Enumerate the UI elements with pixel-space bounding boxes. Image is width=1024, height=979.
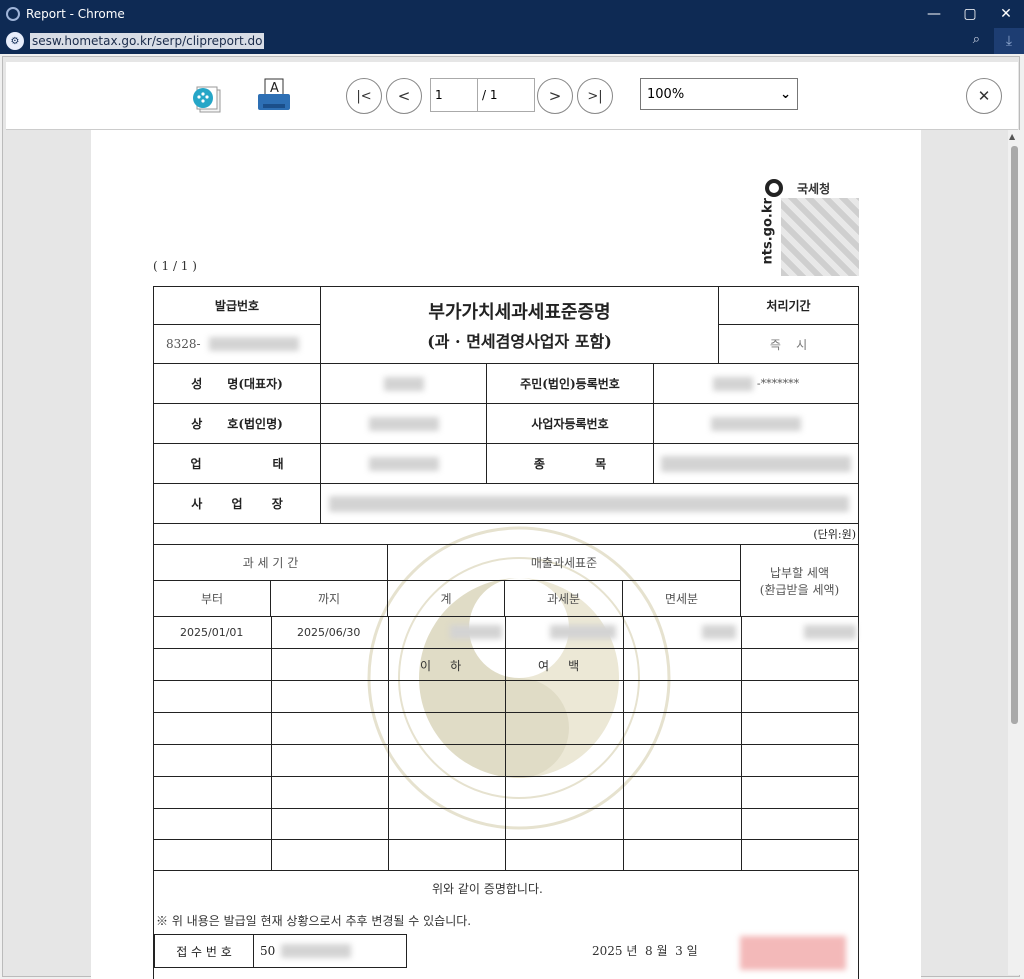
issue-no-label: 발급번호 <box>153 286 321 325</box>
qr-code <box>781 198 859 276</box>
site-settings-icon[interactable]: ⚙ <box>6 32 24 50</box>
document-subtitle: (과 · 면세겸영사업자 포함) <box>427 332 612 351</box>
row1-tax <box>804 625 856 639</box>
certificate-footer: 위와 같이 증명합니다. ※ 위 내용은 발급일 현재 상황으로서 추후 변경될… <box>153 870 859 979</box>
resident-no-value: -******* <box>653 363 859 404</box>
biz-reg-label: 사업자등록번호 <box>486 403 654 444</box>
biz-place-label: 사 업 장 <box>153 483 321 524</box>
vertical-scrollbar[interactable]: ▲ <box>1008 130 1020 975</box>
item-label: 종 목 <box>486 443 654 484</box>
download-icon[interactable]: ⤓ <box>994 28 1024 54</box>
sales-base-header: 매출과세표준 <box>387 544 741 581</box>
minimize-button[interactable]: — <box>916 0 952 28</box>
document-page: ( 1 / 1 ) 국세청 nts.go.kr 발급번호 8328- 부가가치세… <box>91 130 921 979</box>
notice-text: ※ 위 내용은 발급일 현재 상황으로서 추후 변경될 수 있습니다. <box>156 914 472 928</box>
address-bar: ⚙ sesw.hometax.go.kr/serp/clipreport.do … <box>0 28 1024 54</box>
unit-row: (단위:원) <box>153 523 859 545</box>
trade-name-value <box>320 403 487 444</box>
issue-date: 2025 년 8 월 3 일 <box>592 944 698 958</box>
prev-page-button[interactable]: < <box>386 78 422 114</box>
window-title: Report - Chrome <box>26 7 125 21</box>
from-header: 부터 <box>153 580 271 617</box>
row1-exempt <box>702 625 736 639</box>
to-header: 까지 <box>270 580 388 617</box>
issue-no-value-cell: 8328- <box>153 324 321 364</box>
maximize-button[interactable]: ▢ <box>952 0 988 28</box>
taxable-header: 과세분 <box>504 580 623 617</box>
row1-to: 2025/06/30 <box>297 626 361 639</box>
scroll-up-icon[interactable]: ▲ <box>1009 132 1015 141</box>
name-label: 성 명(대표자) <box>153 363 321 404</box>
chevron-down-icon: ⌄ <box>780 86 791 102</box>
item-value <box>653 443 859 484</box>
title-bar: Report - Chrome — ▢ ✕ <box>0 0 1024 28</box>
biz-reg-value <box>653 403 859 444</box>
page-indicator: ( 1 / 1 ) <box>153 259 197 273</box>
viewer-toolbar: A |< < 1 / 1 > >| 100% ⌄ ✕ <box>6 62 1018 130</box>
next-page-button[interactable]: > <box>537 78 573 114</box>
row1-taxable <box>550 625 616 639</box>
biz-place-value <box>320 483 859 524</box>
official-seal <box>740 936 846 970</box>
biz-type-value <box>320 443 487 484</box>
agency-name: 국세청 <box>797 182 831 196</box>
exempt-header: 면세분 <box>622 580 741 617</box>
first-page-button[interactable]: |< <box>346 78 382 114</box>
page-total: / 1 <box>477 78 535 112</box>
print-icon[interactable]: A <box>254 76 294 116</box>
save-icon[interactable] <box>188 80 224 116</box>
total-header: 계 <box>387 580 505 617</box>
receipt-no-label: 접 수 번 호 <box>154 934 254 968</box>
document-title-cell: 부가가치세과세표준증명 (과 · 면세겸영사업자 포함) <box>320 286 719 364</box>
url-text[interactable]: sesw.hometax.go.kr/serp/clipreport.do <box>30 33 265 49</box>
tax-payable-header: 납부할 세액 (환급받을 세액) <box>740 544 859 617</box>
chrome-icon <box>6 7 20 21</box>
scrollbar-thumb[interactable] <box>1011 146 1018 724</box>
certify-text: 위와 같이 증명합니다. <box>432 882 543 896</box>
resident-no-label: 주민(법인)등록번호 <box>486 363 654 404</box>
tax-period-header: 과 세 기 간 <box>153 544 388 581</box>
sales-table-body: 2025/01/01 2025/06/30 이 하 여 백 <box>153 616 859 871</box>
page-number-input[interactable]: 1 <box>430 78 478 112</box>
zoom-select[interactable]: 100% ⌄ <box>640 78 798 110</box>
process-period-value: 즉 시 <box>718 324 859 364</box>
row1-total <box>450 625 502 639</box>
zoom-icon[interactable]: ⌕ <box>973 32 980 47</box>
site-vertical-text: nts.go.kr <box>760 198 776 265</box>
agency-logo: 국세청 nts.go.kr <box>761 178 861 278</box>
name-value <box>320 363 487 404</box>
row1-from: 2025/01/01 <box>180 626 244 639</box>
svg-text:A: A <box>270 81 279 96</box>
blank-marker-left: 이 하 <box>420 659 462 673</box>
close-window-button[interactable]: ✕ <box>988 0 1024 28</box>
document-title: 부가가치세과세표준증명 <box>428 302 611 323</box>
close-viewer-button[interactable]: ✕ <box>966 78 1002 114</box>
receipt-no-value: 50 <box>253 934 407 968</box>
biz-type-label: 업 태 <box>153 443 321 484</box>
process-period-label: 처리기간 <box>718 286 859 325</box>
last-page-button[interactable]: >| <box>577 78 613 114</box>
trade-name-label: 상 호(법인명) <box>153 403 321 444</box>
blank-marker-right: 여 백 <box>538 659 580 673</box>
browser-window: Report - Chrome — ▢ ✕ ⚙ sesw.hometax.go.… <box>0 0 1024 979</box>
